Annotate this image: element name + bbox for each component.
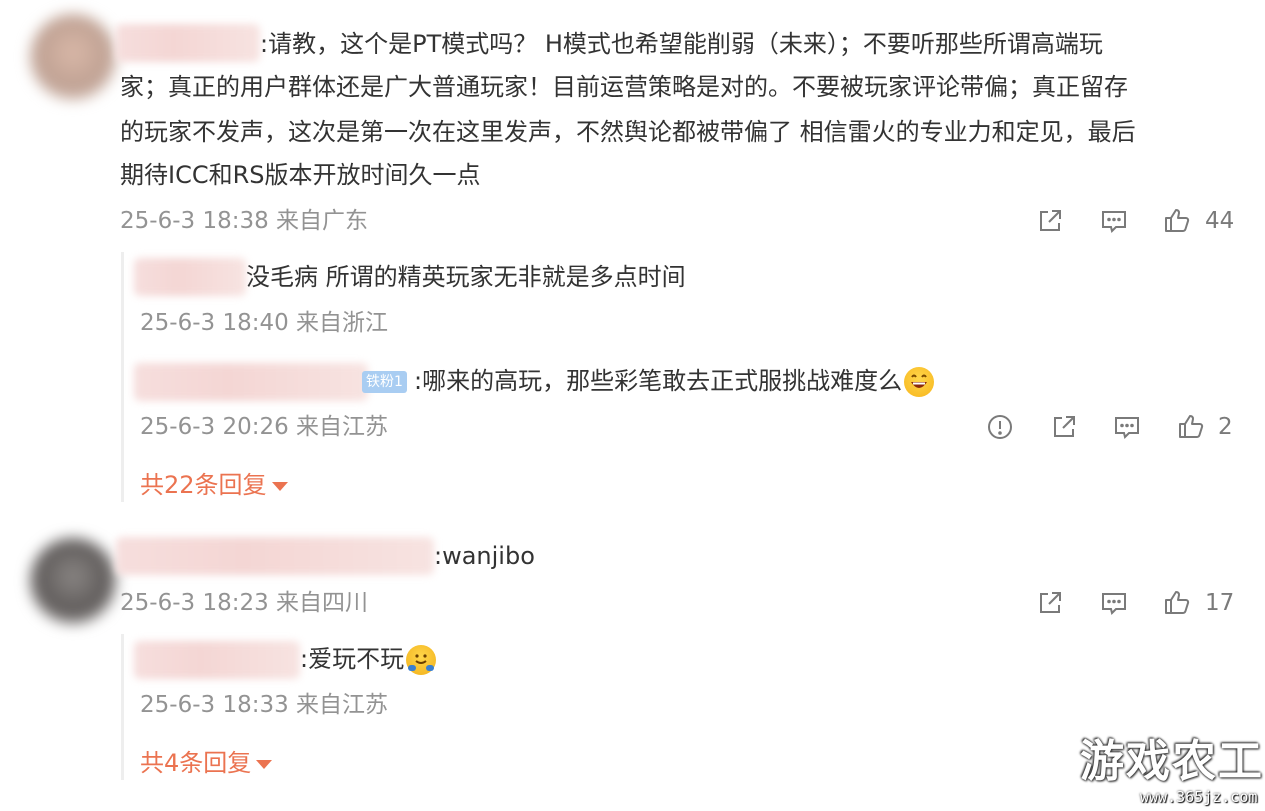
share-icon[interactable]	[1035, 206, 1065, 236]
reply-text: :哪来的高玩，那些彩笔敢去正式服挑战难度么	[414, 367, 903, 395]
reply-meta: 25-6-3 18:33 来自江苏	[140, 692, 389, 718]
comment-meta: 25-6-3 18:23 来自四川	[120, 590, 369, 616]
comment-meta: 25-6-3 18:38 来自广东	[120, 208, 369, 234]
comment-icon[interactable]	[1099, 206, 1129, 236]
reply-meta: 25-6-3 20:26 来自江苏	[140, 414, 389, 440]
caret-down-icon	[256, 759, 273, 769]
reply-text: 没毛病 所谓的精英玩家无非就是多点时间	[246, 263, 686, 291]
username-blurred[interactable]	[116, 24, 260, 62]
reply-divider	[121, 634, 124, 780]
share-icon[interactable]	[1035, 588, 1065, 618]
share-icon[interactable]	[1049, 412, 1079, 442]
reply-text-row: :爱玩不玩	[300, 638, 437, 680]
report-icon[interactable]	[985, 412, 1015, 442]
more-replies-label: 共22条回复	[140, 471, 267, 499]
comment-text: :wanjibo	[434, 542, 535, 570]
username-blurred[interactable]	[134, 363, 368, 401]
reply-text: :爱玩不玩	[300, 645, 405, 673]
comment-icon[interactable]	[1112, 412, 1142, 442]
more-replies-link[interactable]: 共4条回复	[140, 747, 273, 779]
fan-badge: 铁粉1	[362, 371, 407, 393]
like-icon[interactable]	[1162, 587, 1192, 617]
avatar[interactable]	[30, 14, 116, 100]
reply-meta: 25-6-3 18:40 来自浙江	[140, 310, 389, 336]
caret-down-icon	[271, 481, 288, 491]
avatar[interactable]	[30, 538, 116, 624]
comment-text-line: 期待ICC和RS版本开放时间久一点	[120, 161, 481, 189]
like-icon[interactable]	[1162, 205, 1192, 235]
hug-emoji	[406, 645, 437, 675]
like-count: 2	[1218, 414, 1233, 440]
watermark-url: www.365jz.com	[1140, 788, 1258, 806]
like-count: 44	[1205, 208, 1235, 234]
like-icon[interactable]	[1176, 411, 1206, 441]
more-replies-label: 共4条回复	[140, 749, 252, 777]
grinning-emoji	[904, 367, 935, 397]
username-blurred[interactable]	[134, 258, 246, 296]
reply-text-row: :哪来的高玩，那些彩笔敢去正式服挑战难度么	[414, 360, 935, 402]
username-blurred[interactable]	[116, 537, 434, 575]
watermark-title: 游戏农工	[1080, 736, 1264, 787]
like-count: 17	[1205, 590, 1235, 616]
comment-prefix: :	[260, 30, 269, 58]
comment-icon[interactable]	[1099, 588, 1129, 618]
more-replies-link[interactable]: 共22条回复	[140, 469, 288, 501]
comment-text-line: :请教，这个是PT模式吗？ H模式也希望能削弱（未来）；不要听那些所谓高端玩	[260, 23, 1103, 65]
comment-text: 请教，这个是PT模式吗？ H模式也希望能削弱（未来）；不要听那些所谓高端玩	[268, 30, 1103, 58]
comment-text-line: 家；真正的用户群体还是广大普通玩家！目前运营策略是对的。不要被玩家评论带偏；真正…	[120, 73, 1128, 101]
comment-text-line: 的玩家不发声，这次是第一次在这里发声，不然舆论都被带偏了 相信雷火的专业力和定见…	[120, 118, 1136, 146]
username-blurred[interactable]	[134, 641, 300, 679]
reply-divider	[121, 252, 124, 502]
